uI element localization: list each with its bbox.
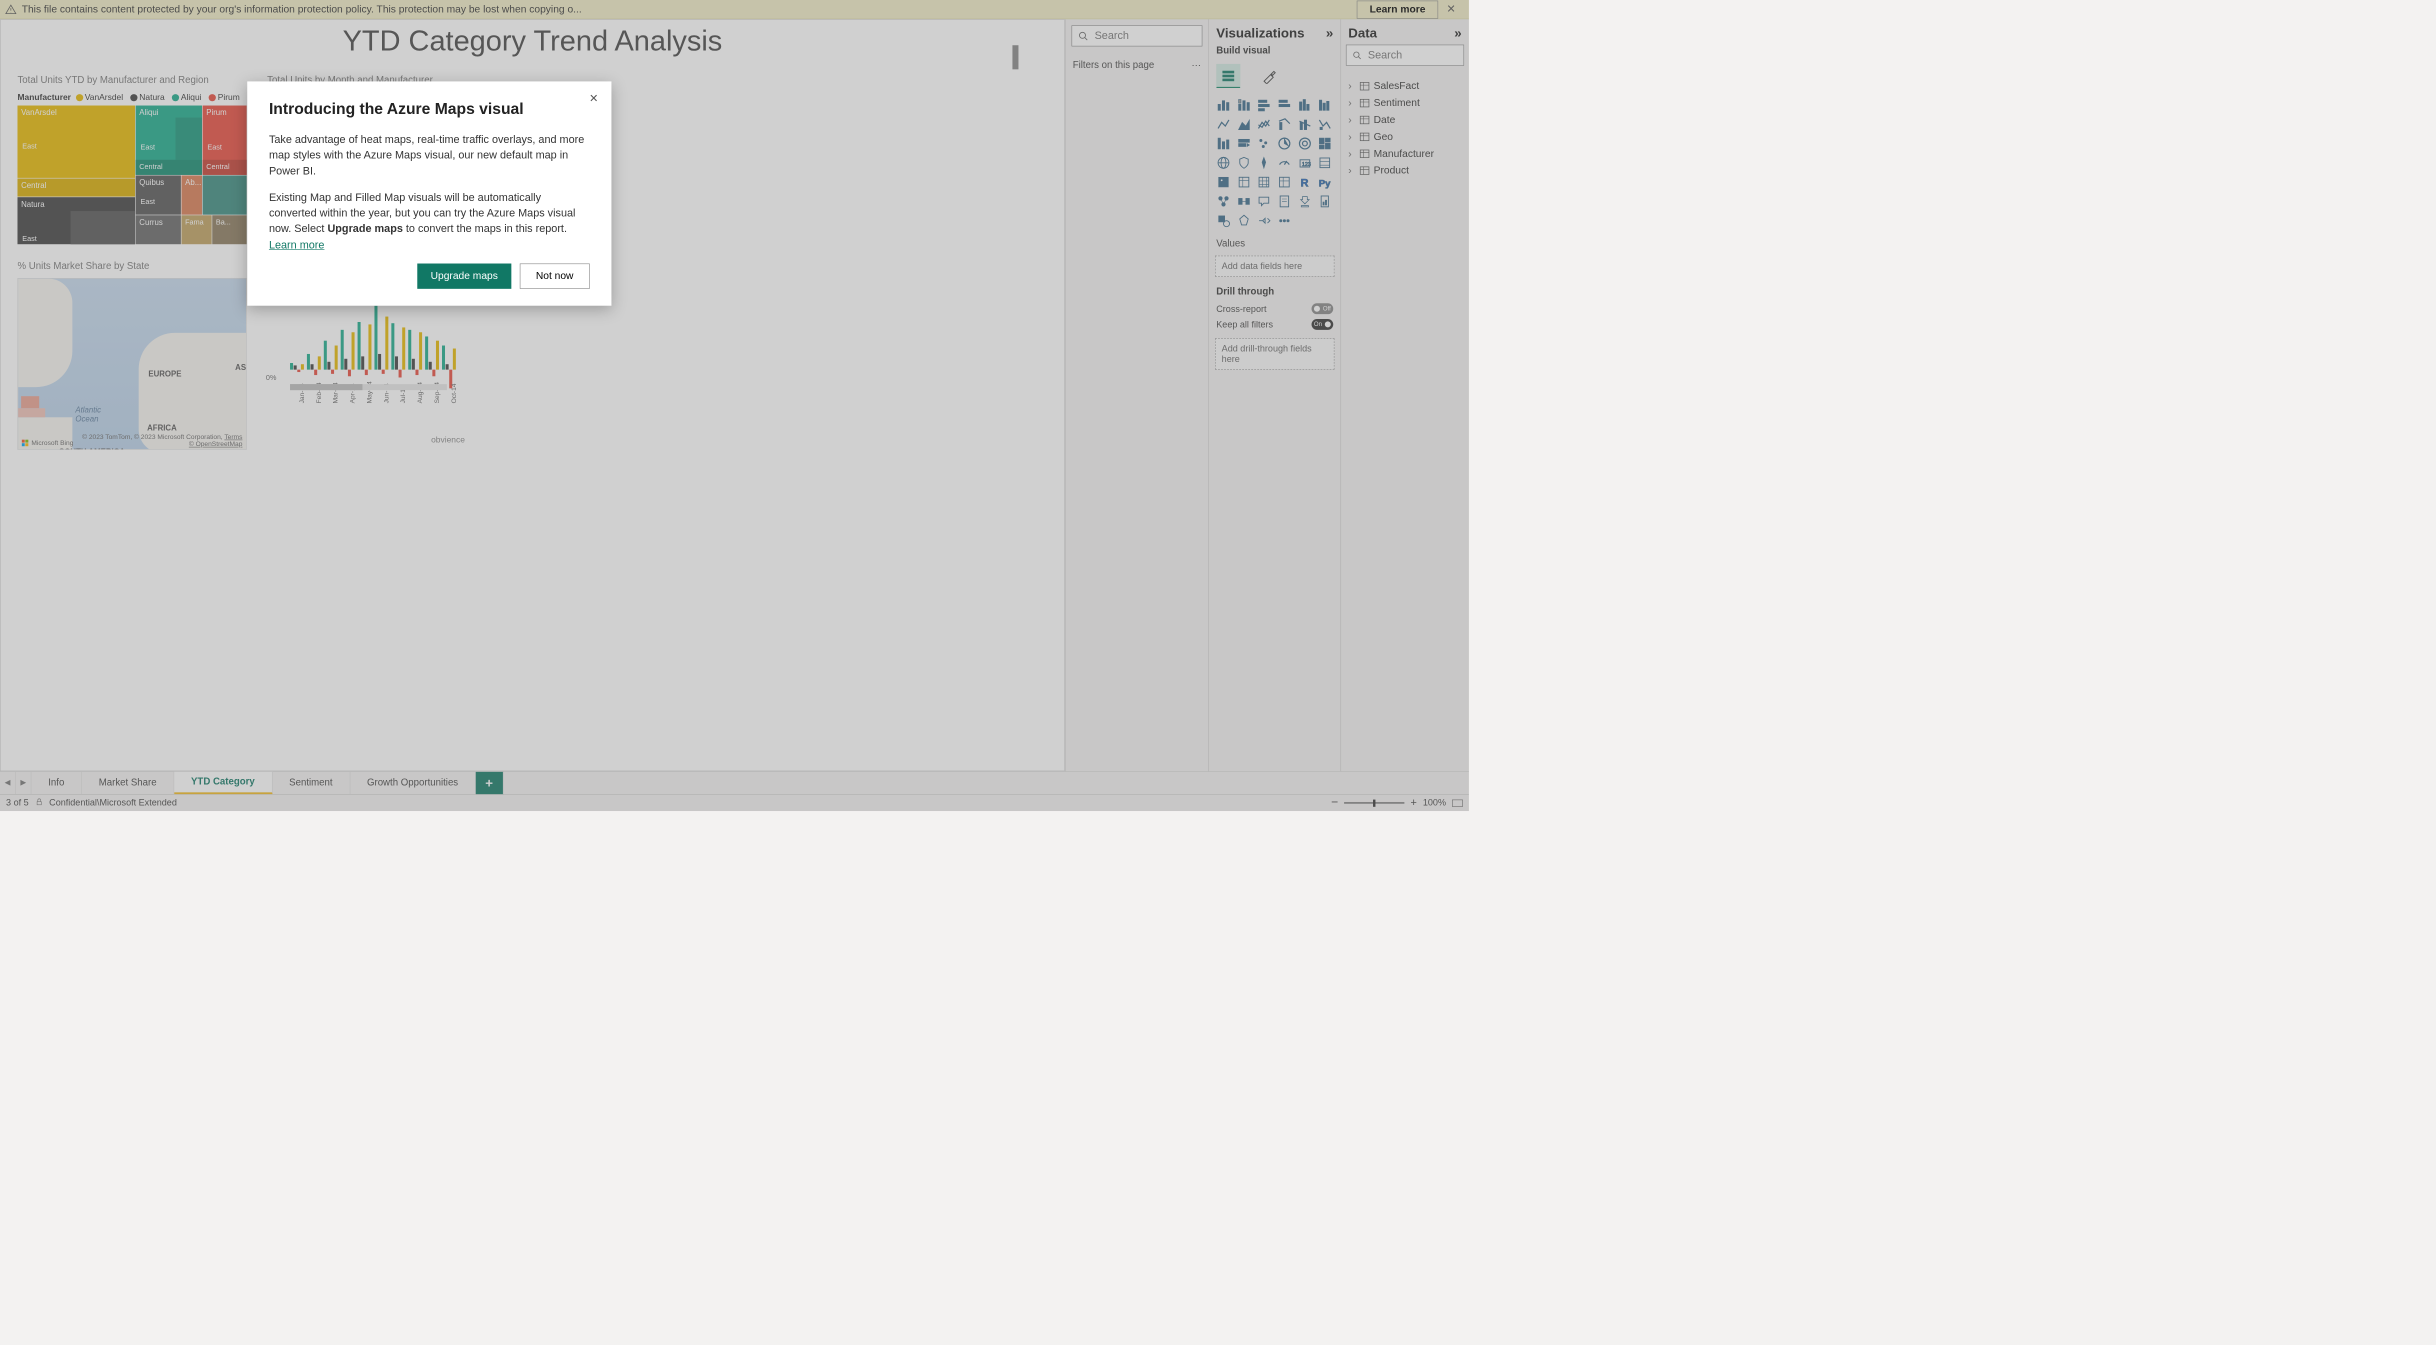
modal-paragraph: Take advantage of heat maps, real-time t…: [269, 131, 590, 178]
azure-maps-modal: Introducing the Azure Maps visual ✕ Take…: [247, 81, 611, 305]
close-modal-icon[interactable]: ✕: [589, 92, 598, 105]
upgrade-maps-button[interactable]: Upgrade maps: [417, 263, 511, 288]
modal-title: Introducing the Azure Maps visual: [269, 99, 590, 118]
not-now-button[interactable]: Not now: [520, 263, 590, 288]
modal-paragraph: Existing Map and Filled Map visuals will…: [269, 190, 590, 253]
modal-learn-more-link[interactable]: Learn more: [269, 239, 325, 251]
modal-overlay[interactable]: [0, 0, 1469, 811]
